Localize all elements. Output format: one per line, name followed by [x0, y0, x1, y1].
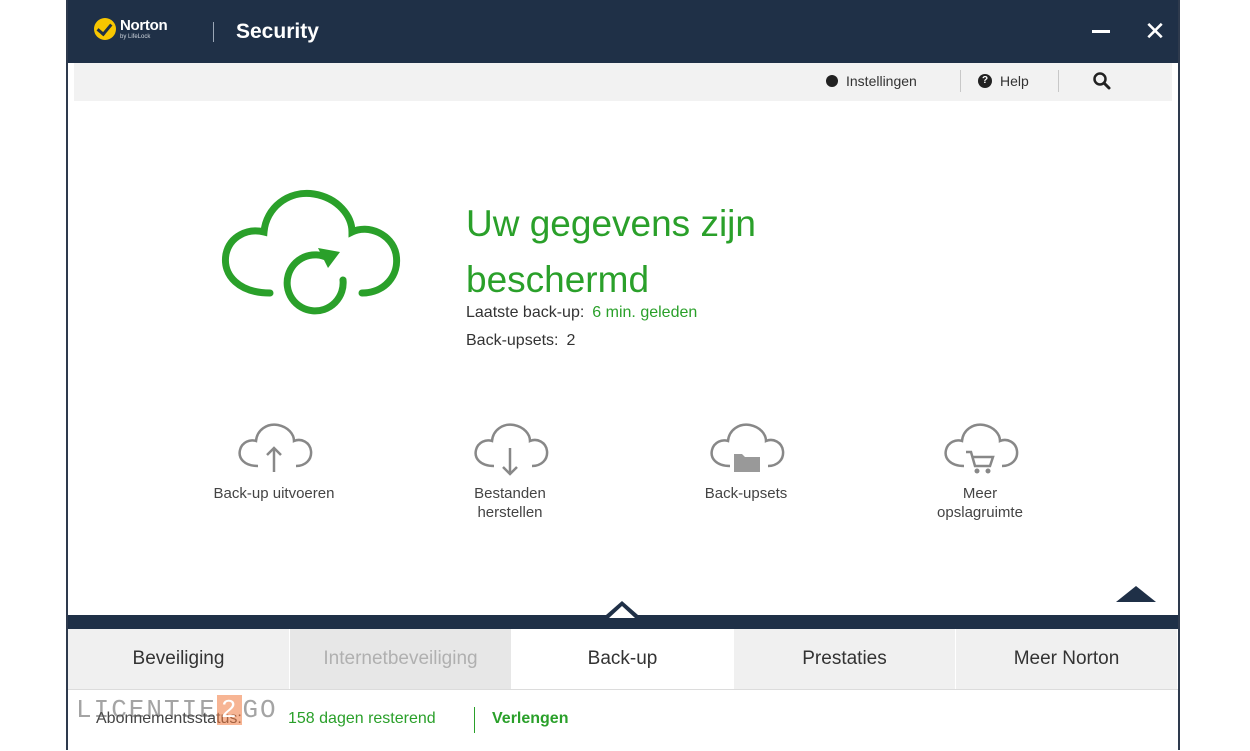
status-separator — [474, 707, 475, 733]
main-tabs: Beveiliging Internetbeveiliging Back-up … — [68, 629, 1178, 689]
protection-status-title: Uw gegevens zijn beschermd — [466, 196, 756, 308]
collapse-panel-button[interactable] — [1116, 586, 1156, 602]
subscription-status-bar: Abonnementsstatus: 158 dagen resterend V… — [68, 689, 1178, 751]
status-title-line2: beschermd — [466, 259, 650, 300]
backup-sets-action-label: Back-upsets — [704, 485, 788, 502]
run-backup-action[interactable]: Back-up uitvoeren — [184, 420, 364, 503]
tab-internet-security[interactable]: Internetbeveiliging — [290, 629, 512, 689]
last-backup-label: Laatste back-up: — [466, 304, 585, 321]
cloud-cart-icon — [944, 423, 1019, 474]
settings-label: Instellingen — [846, 73, 917, 89]
more-storage-label-2: opslagruimte — [937, 504, 1023, 521]
licentie2go-watermark: LICENTIE 2 GO — [76, 695, 278, 725]
backup-sets-row: Back-upsets: 2 — [466, 332, 575, 350]
app-title: Security — [236, 20, 319, 43]
title-bar: Norton by LifeLock Security ✕ — [68, 0, 1178, 63]
restore-files-label-1: Bestanden — [474, 485, 546, 502]
toolbar-separator — [1058, 70, 1059, 92]
norton-logo: Norton by LifeLock — [94, 17, 168, 40]
top-toolbar: Instellingen ? Help — [74, 63, 1172, 101]
brand-sub: by LifeLock — [120, 34, 151, 40]
title-separator — [213, 22, 214, 42]
minimize-icon — [1092, 30, 1110, 34]
minimize-button[interactable] — [1086, 14, 1116, 48]
search-icon — [1093, 72, 1111, 90]
help-icon: ? — [978, 74, 992, 88]
restore-files-label-2: herstellen — [477, 504, 543, 521]
cloud-folder-icon — [710, 423, 785, 472]
backup-sets-value: 2 — [566, 332, 576, 349]
tab-security[interactable]: Beveiliging — [68, 629, 290, 689]
help-button[interactable]: ? Help — [978, 73, 1029, 89]
norton-window: Norton by LifeLock Security ✕ Instelling… — [66, 0, 1180, 751]
tab-more-norton[interactable]: Meer Norton — [956, 629, 1178, 689]
backup-sets-label: Back-upsets: — [466, 332, 559, 349]
nav-divider — [68, 601, 1178, 629]
norton-checkmark-icon — [94, 18, 116, 40]
gear-icon — [826, 75, 838, 87]
more-storage-action[interactable]: Meer opslagruimte — [890, 420, 1070, 522]
settings-button[interactable]: Instellingen — [826, 73, 917, 89]
last-backup-value: 6 min. geleden — [592, 304, 698, 321]
days-remaining: 158 dagen resterend — [288, 710, 436, 727]
toolbar-separator — [960, 70, 961, 92]
search-button[interactable] — [1092, 71, 1112, 91]
cloud-download-icon — [474, 423, 549, 476]
tab-performance[interactable]: Prestaties — [734, 629, 956, 689]
backup-sets-action[interactable]: Back-upsets — [656, 420, 836, 503]
close-button[interactable]: ✕ — [1140, 14, 1170, 48]
help-label: Help — [1000, 73, 1029, 89]
renew-link[interactable]: Verlengen — [492, 710, 568, 728]
brand-name: Norton — [120, 17, 168, 34]
more-storage-label-1: Meer — [962, 485, 998, 502]
restore-files-action[interactable]: Bestanden herstellen — [420, 420, 600, 522]
run-backup-label: Back-up uitvoeren — [213, 485, 335, 502]
cloud-backup-status-icon — [221, 189, 401, 315]
tab-backup[interactable]: Back-up — [512, 629, 734, 689]
cloud-upload-icon — [238, 423, 313, 472]
last-backup-row: Laatste back-up: 6 min. geleden — [466, 304, 697, 322]
status-title-line1: Uw gegevens zijn — [466, 203, 756, 244]
